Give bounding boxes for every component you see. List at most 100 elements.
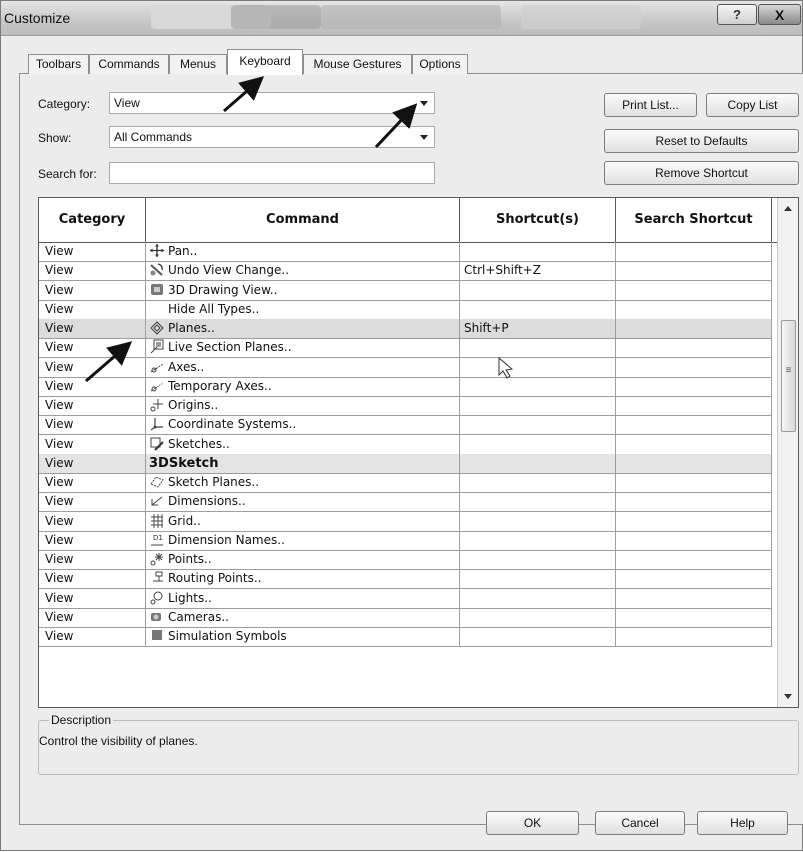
copy-list-button[interactable]: Copy List [706,93,799,117]
shortcut-cell[interactable] [460,376,616,396]
table-row[interactable]: View Temporary Axes.. [39,376,772,397]
shortcut-cell[interactable] [460,280,616,300]
shortcut-cell[interactable] [460,550,616,569]
command-label: Planes.. [168,321,215,335]
header-category[interactable]: Category [39,198,146,242]
command-cell: Origins.. [146,396,460,415]
shortcut-cell[interactable] [460,357,616,377]
category-select[interactable]: View [109,92,435,114]
remove-shortcut-button[interactable]: Remove Shortcut [604,161,799,185]
table-row[interactable]: View Undo View Change.. Ctrl+Shift+Z [39,261,772,282]
table-row[interactable]: View Hide All Types.. [39,299,772,320]
shortcut-cell[interactable] [460,453,616,473]
shortcut-cell[interactable] [460,627,616,646]
category-cell: View [39,415,146,435]
command-cell: Dimensions.. [146,492,460,512]
command-cell: D1 Dimension Names.. [146,530,460,550]
chevron-down-icon [420,135,428,140]
help-title-button[interactable]: ? [717,4,757,25]
search-input[interactable] [109,162,435,184]
table-row[interactable]: View Routing Points.. [39,569,772,590]
table-row[interactable]: View Planes.. Shift+P [39,319,772,339]
coordinate-systems-icon [149,416,165,431]
table-row[interactable]: View D1 Dimension Names.. [39,530,772,551]
search-shortcut-cell [616,319,772,338]
shortcut-cell[interactable]: Shift+P [460,319,616,338]
shortcut-cell[interactable] [460,569,616,589]
scroll-thumb[interactable]: ≡ [781,320,796,432]
ok-button[interactable]: OK [486,811,579,835]
table-row[interactable]: View Axes.. [39,357,772,378]
shortcut-cell[interactable] [460,396,616,415]
tab-commands[interactable]: Commands [89,54,169,74]
undo-view-icon [149,262,165,277]
table-row[interactable]: View Points.. [39,550,772,570]
tab-options[interactable]: Options [412,54,468,74]
table-row[interactable]: View 3DSketch [39,453,772,474]
sketches-icon [149,436,165,451]
table-row[interactable]: View Dimensions.. [39,492,772,513]
scroll-down-icon[interactable] [784,694,792,699]
search-shortcut-cell [616,569,772,589]
help-button[interactable]: Help [697,811,788,835]
search-shortcut-cell [616,453,772,473]
print-list-button[interactable]: Print List... [604,93,697,117]
table-row[interactable]: View Coordinate Systems.. [39,415,772,436]
points-icon [149,551,165,566]
command-cell: Grid.. [146,511,460,531]
header-search-shortcut[interactable]: Search Shortcut [616,198,772,242]
vertical-scrollbar[interactable]: ≡ [777,198,798,707]
shortcut-cell[interactable] [460,434,616,454]
scroll-up-icon[interactable] [784,206,792,211]
shortcut-cell[interactable] [460,588,616,608]
table-row[interactable]: View Origins.. [39,396,772,416]
shortcut-cell[interactable] [460,242,616,261]
shortcut-cell[interactable] [460,530,616,550]
show-select[interactable]: All Commands [109,126,435,148]
command-label: 3D Drawing View.. [168,282,278,297]
shortcut-cell[interactable] [460,299,616,319]
tab-keyboard[interactable]: Keyboard [227,49,303,75]
table-row[interactable]: View Pan.. [39,242,772,262]
close-button[interactable]: X [758,4,801,25]
shortcut-cell[interactable]: Ctrl+Shift+Z [460,261,616,281]
dimensions-icon [149,493,165,508]
shortcut-cell[interactable] [460,473,616,492]
header-shortcuts[interactable]: Shortcut(s) [460,198,616,242]
command-cell: Coordinate Systems.. [146,415,460,435]
cameras-icon [149,609,165,624]
search-shortcut-cell [616,530,772,550]
tab-toolbars[interactable]: Toolbars [28,54,89,74]
table-row[interactable]: View Lights.. [39,588,772,609]
title-bar[interactable]: Customize ? X [1,1,802,36]
shortcut-cell[interactable] [460,511,616,531]
category-cell: View [39,569,146,589]
tab-menus[interactable]: Menus [169,54,227,74]
search-shortcut-cell [616,357,772,377]
command-cell: Hide All Types.. [146,299,460,319]
command-label: 3DSketch [149,455,219,471]
table-row[interactable]: View Simulation Symbols [39,627,772,647]
shortcut-cell[interactable] [460,492,616,512]
dimension-names-icon: D1 [149,532,165,547]
table-row[interactable]: View Sketches.. [39,434,772,455]
shortcut-cell[interactable] [460,607,616,627]
shortcut-cell[interactable] [460,415,616,435]
grid-icon [149,513,165,528]
table-row[interactable]: View Grid.. [39,511,772,532]
table-row[interactable]: View Cameras.. [39,607,772,628]
reset-defaults-button[interactable]: Reset to Defaults [604,129,799,153]
search-shortcut-cell [616,492,772,512]
category-cell: View [39,530,146,550]
header-command[interactable]: Command [146,198,460,242]
cancel-button[interactable]: Cancel [595,811,685,835]
category-cell: View [39,242,146,261]
pan-icon [149,243,165,258]
table-row[interactable]: View Live Section Planes.. [39,338,772,359]
tab-mouse-gestures[interactable]: Mouse Gestures [303,54,412,74]
search-label: Search for: [38,167,97,181]
live-section-planes-icon [149,339,165,354]
table-row[interactable]: View 3D Drawing View.. [39,280,772,301]
shortcut-cell[interactable] [460,338,616,358]
table-row[interactable]: View Sketch Planes.. [39,473,772,493]
